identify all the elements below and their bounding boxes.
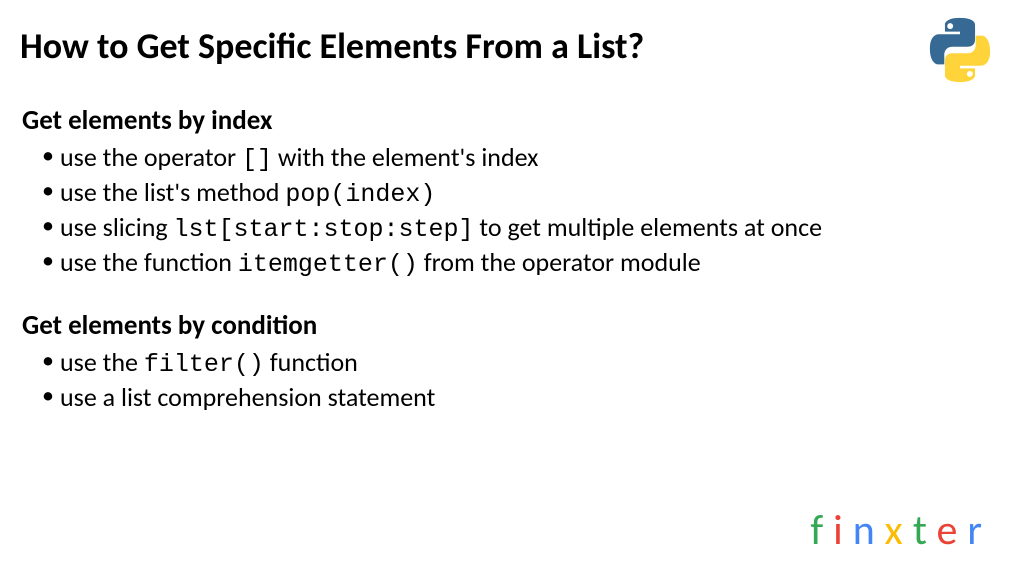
brand-letter: r [967, 505, 992, 556]
section-heading: Get elements by index [22, 104, 1004, 137]
brand-letter: t [913, 505, 937, 556]
inline-code: filter() [144, 350, 264, 379]
list-item: use a list comprehension statement [60, 381, 1004, 416]
brand-letter: e [936, 505, 967, 556]
inline-code: itemgetter() [238, 250, 418, 279]
inline-code: [] [242, 145, 272, 174]
list-item: use slicing lst[start:stop:step] to get … [60, 211, 1004, 246]
bullet-list: use the operator [] with the element's i… [20, 141, 1004, 281]
list-item: use the filter() function [60, 346, 1004, 381]
brand-letter: x [884, 505, 912, 556]
list-item: use the function itemgetter() from the o… [60, 246, 1004, 281]
section-heading: Get elements by condition [22, 309, 1004, 342]
brand-letter: i [833, 505, 853, 556]
brand-letter: f [810, 505, 833, 556]
python-logo-icon [924, 14, 996, 91]
list-item: use the operator [] with the element's i… [60, 141, 1004, 176]
list-item: use the list's method pop(index) [60, 176, 1004, 211]
bullet-list: use the filter() function use a list com… [20, 346, 1004, 416]
section-by-index: Get elements by index use the operator [… [20, 104, 1004, 281]
section-by-condition: Get elements by condition use the filter… [20, 309, 1004, 416]
inline-code: pop(index) [285, 180, 435, 209]
inline-code: lst[start:stop:step] [173, 215, 473, 244]
brand-logo: finxter [810, 505, 992, 556]
page-title: How to Get Specific Elements From a List… [20, 24, 644, 68]
brand-letter: n [853, 505, 885, 556]
